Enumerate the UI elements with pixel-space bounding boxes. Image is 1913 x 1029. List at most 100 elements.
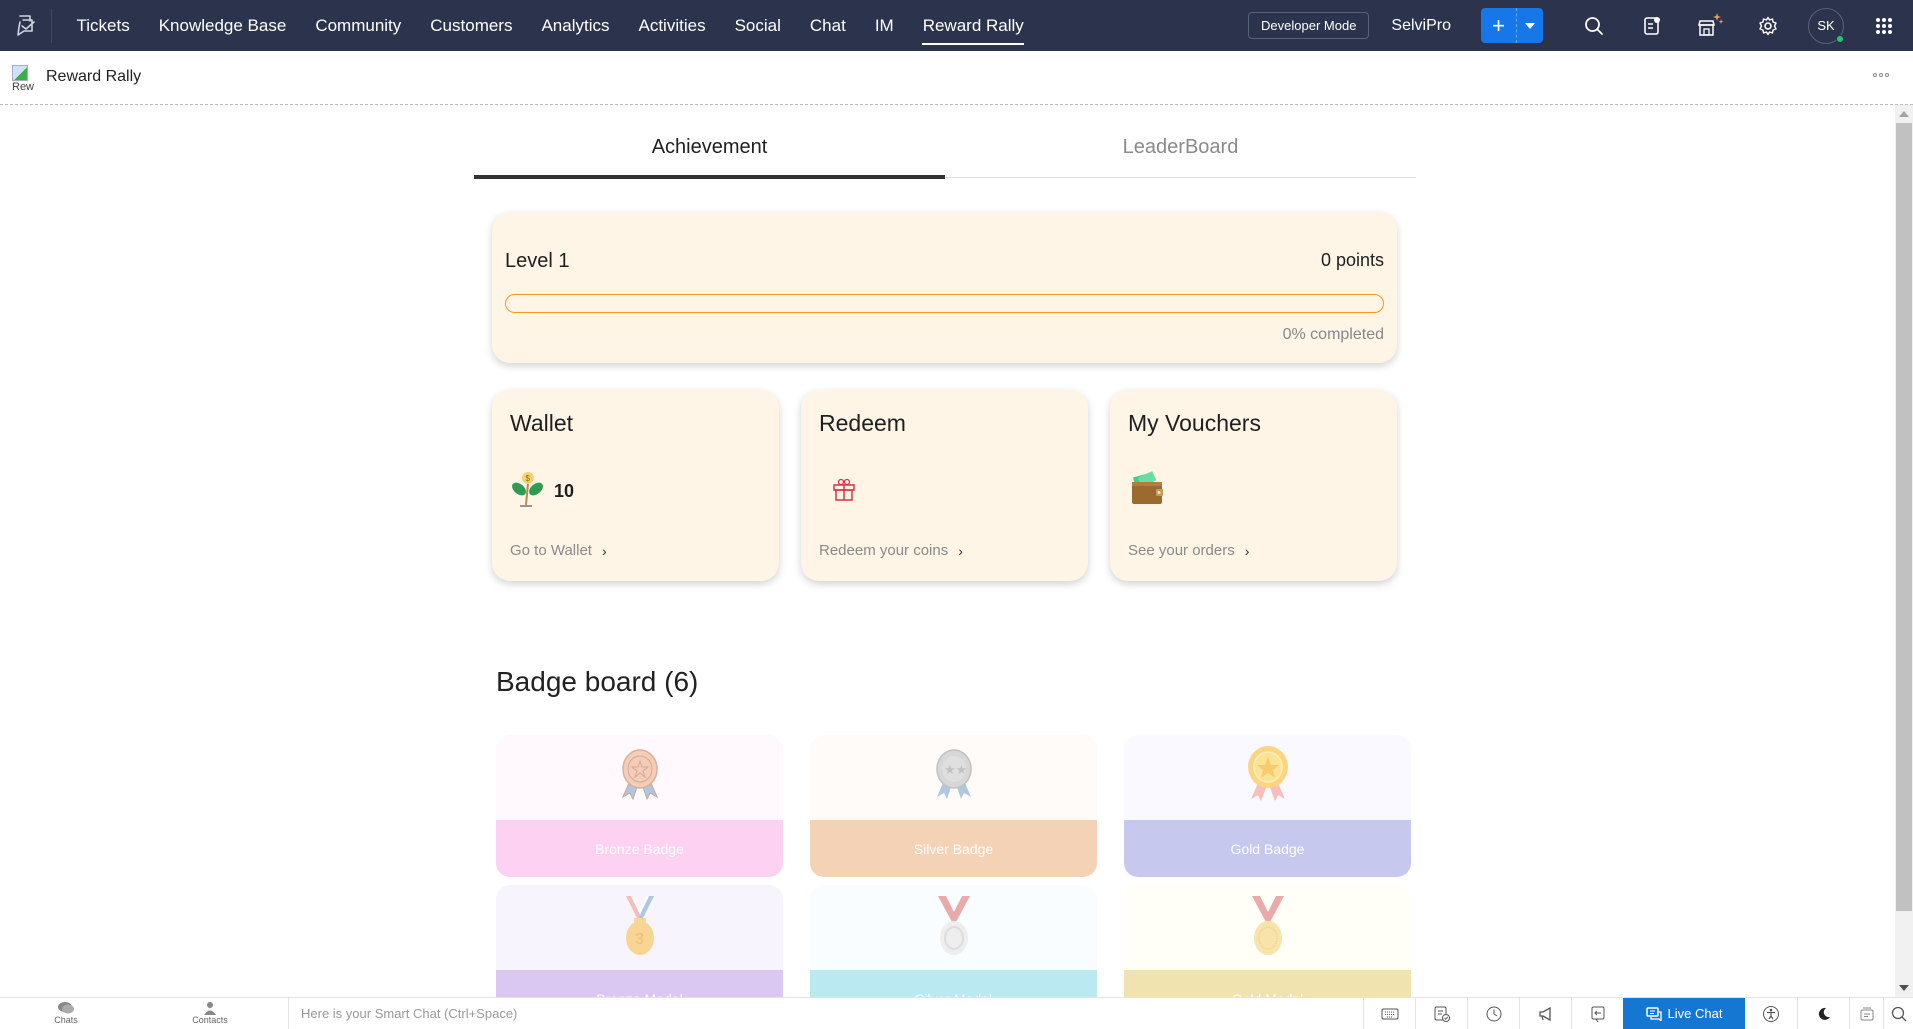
search-icon[interactable]: [1883, 998, 1913, 1029]
contacts-icon: [204, 1002, 216, 1015]
badge-icon-area: [810, 885, 1097, 970]
nav-community[interactable]: Community: [301, 0, 416, 51]
achievement-tabs: Achievement LeaderBoard: [474, 120, 1416, 179]
gift-icon: [831, 476, 857, 507]
more-options-icon[interactable]: [1873, 73, 1889, 77]
chats-button[interactable]: Chats: [0, 1001, 132, 1025]
wallet-icon: [1128, 470, 1166, 513]
my-vouchers-card-title: My Vouchers: [1128, 410, 1261, 436]
badge-card[interactable]: ★★ Silver Badge: [810, 735, 1097, 877]
completion-text: 0% completed: [1282, 326, 1384, 343]
caret-down-icon[interactable]: [1517, 8, 1543, 43]
redeem-card[interactable]: Redeem Redeem your coins ›: [801, 390, 1088, 581]
points-value: 0 points: [1320, 250, 1384, 270]
announcement-icon[interactable]: [1519, 998, 1571, 1029]
org-name[interactable]: SelviPro: [1391, 17, 1451, 35]
redeem-coins-label: Redeem your coins: [819, 542, 949, 559]
dark-mode-icon[interactable]: [1797, 998, 1849, 1029]
chevron-right-icon: ›: [601, 542, 607, 559]
contacts-button[interactable]: Contacts: [132, 1001, 288, 1025]
badge-board-title: Badge board (6): [496, 666, 699, 697]
level-card: Level 1 0 points 0% completed: [492, 212, 1397, 363]
smart-chat-input[interactable]: Here is your Smart Chat (Ctrl+Space): [288, 998, 1353, 1029]
live-chat-button[interactable]: Live Chat: [1623, 998, 1745, 1029]
bronze-medal-icon: 3: [618, 892, 662, 963]
svg-text:$: $: [526, 474, 531, 483]
app-logo-icon[interactable]: [0, 8, 52, 43]
tab-achievement[interactable]: Achievement: [474, 120, 945, 179]
accessibility-icon[interactable]: [1745, 998, 1797, 1029]
gold-badge-icon: [1243, 745, 1293, 810]
redeem-coins-link[interactable]: Redeem your coins ›: [819, 542, 963, 559]
apps-grid-icon[interactable]: [1855, 0, 1913, 51]
marketplace-icon[interactable]: [1681, 0, 1739, 51]
money-plant-icon: $: [510, 469, 546, 514]
main-nav: Tickets Knowledge Base Community Custome…: [62, 0, 1038, 51]
go-to-wallet-link[interactable]: Go to Wallet ›: [510, 542, 607, 559]
badge-icon-area: [1124, 885, 1411, 970]
nav-social[interactable]: Social: [720, 0, 795, 51]
image-alt-text: Rew: [12, 81, 35, 91]
redeem-card-title: Redeem: [819, 410, 906, 436]
badge-icon-area: 3: [496, 885, 783, 970]
wallet-balance: 10: [554, 480, 575, 501]
level-progress-bar: [505, 294, 1384, 313]
bronze-badge-icon: [615, 747, 665, 808]
tab-leaderboard[interactable]: LeaderBoard: [945, 120, 1416, 177]
wallet-card[interactable]: Wallet $ 10 Go to Wallet ›: [492, 390, 779, 581]
badge-icon-area: ★★: [810, 735, 1097, 820]
chevron-right-icon: ›: [1244, 542, 1250, 559]
contacts-label: Contacts: [192, 1015, 228, 1025]
nav-chat[interactable]: Chat: [795, 0, 860, 51]
developer-mode-button[interactable]: Developer Mode: [1248, 12, 1370, 39]
page-title: Reward Rally: [46, 68, 142, 85]
live-chat-label: Live Chat: [1667, 1006, 1723, 1021]
notes-stack-icon[interactable]: [1849, 998, 1883, 1029]
nav-im[interactable]: IM: [860, 0, 908, 51]
keyboard-icon[interactable]: [1363, 998, 1415, 1029]
nav-customers[interactable]: Customers: [416, 0, 527, 51]
badge-name: Gold Badge: [1124, 820, 1411, 877]
gear-icon[interactable]: [1739, 0, 1797, 51]
live-chat-icon: [1645, 1006, 1662, 1021]
nav-analytics[interactable]: Analytics: [527, 0, 624, 51]
svg-text:3: 3: [635, 931, 644, 948]
scroll-down-arrow[interactable]: [1899, 985, 1909, 991]
chats-label: Chats: [54, 1015, 78, 1025]
nav-activities[interactable]: Activities: [624, 0, 720, 51]
badge-icon-area: [496, 735, 783, 820]
badge-name: Silver Badge: [810, 820, 1097, 877]
page-subheader: Rew Reward Rally: [0, 51, 1913, 105]
add-button-group: +: [1481, 8, 1543, 43]
search-icon[interactable]: [1565, 0, 1623, 51]
go-to-wallet-label: Go to Wallet: [510, 542, 592, 559]
my-vouchers-card[interactable]: My Vouchers See your orders ›: [1110, 390, 1397, 581]
notes-icon[interactable]: [1623, 0, 1681, 51]
badge-name: Bronze Badge: [496, 820, 783, 877]
badge-card[interactable]: Bronze Badge: [496, 735, 783, 877]
clock-icon[interactable]: [1467, 998, 1519, 1029]
scrollbar-thumb[interactable]: [1896, 123, 1912, 911]
see-orders-label: See your orders: [1128, 542, 1235, 559]
see-orders-link[interactable]: See your orders ›: [1128, 542, 1249, 559]
nav-tickets[interactable]: Tickets: [62, 0, 144, 51]
bottom-bar: Chats Contacts Here is your Smart Chat (…: [0, 997, 1913, 1029]
badge-icon-area: [1124, 735, 1411, 820]
add-icon[interactable]: +: [1481, 8, 1517, 43]
chevron-right-icon: ›: [958, 542, 963, 559]
svg-text:★★: ★★: [944, 763, 967, 778]
broken-image-icon: Rew: [12, 65, 38, 91]
vertical-scrollbar[interactable]: [1895, 105, 1913, 997]
level-label: Level 1: [505, 250, 570, 272]
nav-reward-rally[interactable]: Reward Rally: [908, 0, 1038, 51]
silver-medal-icon: [932, 892, 976, 963]
avatar-initials: SK: [1817, 18, 1835, 33]
scroll-up-arrow[interactable]: [1899, 111, 1909, 117]
user-avatar[interactable]: SK: [1808, 7, 1844, 44]
nav-knowledge-base[interactable]: Knowledge Base: [144, 0, 301, 51]
silver-badge-icon: ★★: [929, 747, 979, 808]
task-check-icon[interactable]: [1415, 998, 1467, 1029]
top-navigation-bar: Tickets Knowledge Base Community Custome…: [0, 0, 1913, 51]
transfer-icon[interactable]: [1571, 998, 1623, 1029]
badge-card[interactable]: Gold Badge: [1124, 735, 1411, 877]
